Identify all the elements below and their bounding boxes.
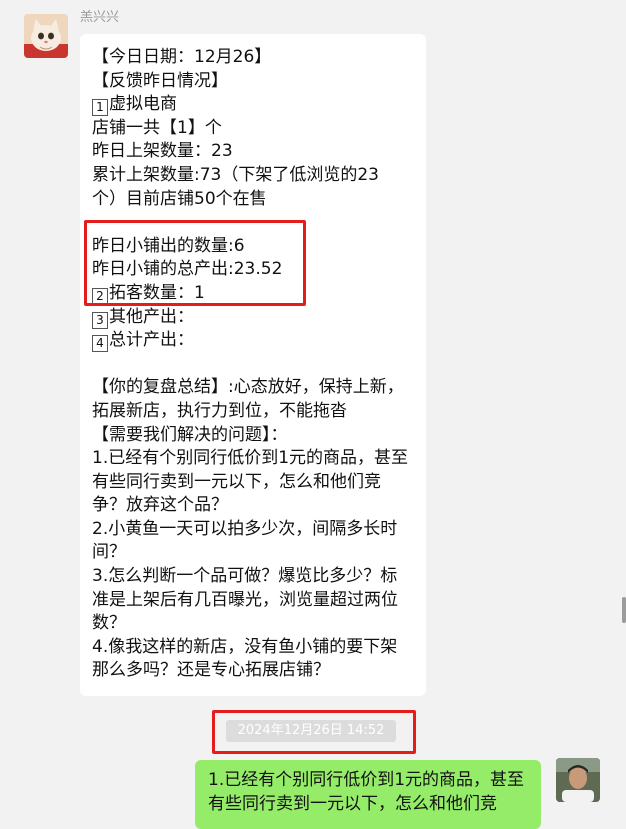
message-line-blank — [92, 353, 422, 377]
message-line: 拓展新店，执行力到位，不能拖沓 — [92, 400, 347, 421]
keycap-1-icon: 1 — [92, 99, 108, 117]
message-line: 【你的复盘总结】:心态放好，保持上新， — [92, 377, 404, 398]
message-line: 有些同行卖到一元以下，怎么和他们竞 — [92, 471, 381, 492]
message-line: 准是上架后有几百曝光，浏览量超过两位 — [92, 589, 398, 610]
keycap-4-icon: 4 — [92, 335, 108, 353]
contact-avatar[interactable] — [24, 14, 68, 58]
message-line: 【反馈昨日情况】 — [92, 70, 228, 91]
message-line: 4 总计产出： — [92, 329, 422, 353]
scrollbar-thumb[interactable] — [622, 597, 626, 623]
timestamp-highlight-box — [212, 710, 416, 754]
sender-name: 羔兴兴 — [80, 10, 120, 25]
message-line: 【今日日期：12月26】 — [92, 47, 272, 67]
message-line: 数？ — [92, 613, 126, 634]
message-line: 店铺一共【1】个 — [92, 117, 222, 138]
stats-highlight-box — [84, 220, 306, 306]
incoming-message-text[interactable]: 【今日日期：12月26】 【反馈昨日情况】 1 虚拟电商 店铺一共【1】个 昨日上架数量：… — [92, 46, 422, 683]
message-line: 争？放弃这个品？ — [92, 495, 228, 516]
message-line: 1 虚拟电商 — [92, 93, 422, 117]
message-line: 2.小黄鱼一天可以拍多少次，间隔多长时 — [92, 518, 398, 539]
message-line: 3 其他产出： — [92, 306, 422, 330]
message-line: 昨日上架数量：23 — [92, 141, 233, 162]
outgoing-message-text[interactable]: 1.已经有个别同行低价到1元的商品，甚至 有些同行卖到一元以下，怎么和他们竞 — [208, 769, 538, 816]
my-avatar[interactable] — [556, 758, 600, 802]
message-line: 累计上架数量:73（下架了低浏览的23 — [92, 164, 379, 185]
message-line: 那么多吗？还是专心拓展店铺？ — [92, 660, 330, 681]
keycap-3-icon: 3 — [92, 311, 108, 329]
message-line: 4.像我这样的新店，没有鱼小铺的要下架 — [92, 636, 398, 657]
message-line: 【需要我们解决的问题】： — [92, 424, 288, 445]
message-line: 3.怎么判断一个品可做？爆览比多少？标 — [92, 566, 398, 587]
message-line-rest: 虚拟电商 — [109, 94, 177, 115]
message-line: 个）目前店铺50个在售 — [92, 188, 267, 209]
reply-line: 1.已经有个别同行低价到1元的商品，甚至 — [208, 770, 525, 790]
message-line: 1.已经有个别同行低价到1元的商品，甚至 — [92, 448, 409, 469]
message-line: 间？ — [92, 542, 126, 563]
reply-line: 有些同行卖到一元以下，怎么和他们竞 — [208, 793, 497, 814]
